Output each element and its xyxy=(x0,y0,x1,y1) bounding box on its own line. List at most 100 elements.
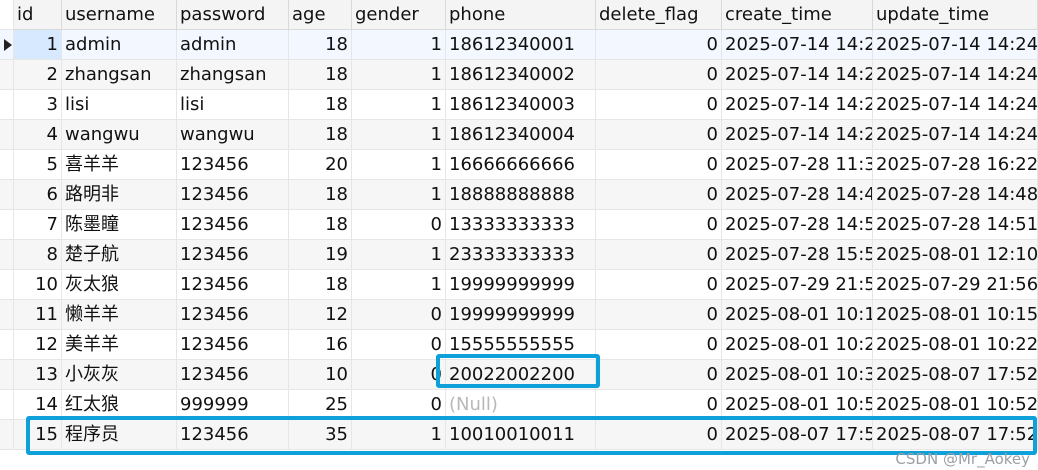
cell-gender[interactable]: 1 xyxy=(352,180,446,210)
row-marker[interactable] xyxy=(0,90,14,120)
cell-gender[interactable]: 0 xyxy=(352,300,446,330)
cell-age[interactable]: 18 xyxy=(289,210,352,240)
row-marker[interactable] xyxy=(0,420,14,450)
table-row[interactable]: 6 路明非 123456 18 1 18888888888 0 2025-07-28 14:4… xyxy=(0,180,1038,210)
cell-username[interactable]: lisi xyxy=(62,90,177,120)
cell-username[interactable]: 喜羊羊 xyxy=(62,150,177,180)
row-marker[interactable] xyxy=(0,120,14,150)
cell-delete-flag[interactable]: 0 xyxy=(596,210,722,240)
cell-phone[interactable]: 18888888888 xyxy=(446,180,596,210)
cell-username[interactable]: 美羊羊 xyxy=(62,330,177,360)
cell-phone[interactable]: 16666666666 xyxy=(446,150,596,180)
cell-create-time[interactable]: 2025-07-28 15:54 xyxy=(722,240,873,270)
cell-username[interactable]: 灰太狼 xyxy=(62,270,177,300)
row-marker[interactable] xyxy=(0,300,14,330)
cell-delete-flag[interactable]: 0 xyxy=(596,60,722,90)
cell-id[interactable]: 2 xyxy=(14,60,62,90)
cell-gender[interactable]: 1 xyxy=(352,270,446,300)
row-marker[interactable] xyxy=(0,210,14,240)
cell-id[interactable]: 1 xyxy=(14,30,62,60)
cell-update-time[interactable]: 2025-08-01 12:10 xyxy=(873,240,1038,270)
cell-update-time[interactable]: 2025-08-07 17:52 xyxy=(873,360,1038,390)
cell-password[interactable]: 123456 xyxy=(177,360,289,390)
cell-id[interactable]: 6 xyxy=(14,180,62,210)
col-header-phone[interactable]: phone xyxy=(446,0,596,30)
cell-gender[interactable]: 1 xyxy=(352,150,446,180)
cell-password[interactable]: wangwu xyxy=(177,120,289,150)
cell-create-time[interactable]: 2025-07-29 21:56 xyxy=(722,270,873,300)
cell-password[interactable]: 123456 xyxy=(177,330,289,360)
cell-id[interactable]: 7 xyxy=(14,210,62,240)
cell-username[interactable]: 懒羊羊 xyxy=(62,300,177,330)
cell-create-time[interactable]: 2025-07-28 11:37 xyxy=(722,150,873,180)
table-row[interactable]: 7 陈墨瞳 123456 18 0 13333333333 0 2025-07-28 14:5… xyxy=(0,210,1038,240)
table-row[interactable]: 4 wangwu wangwu 18 1 18612340004 0 2025-07-14 1… xyxy=(0,120,1038,150)
row-marker[interactable] xyxy=(0,330,14,360)
cell-age[interactable]: 18 xyxy=(289,30,352,60)
cell-password[interactable]: lisi xyxy=(177,90,289,120)
cell-id[interactable]: 12 xyxy=(14,330,62,360)
cell-create-time[interactable]: 2025-07-14 14:24 xyxy=(722,60,873,90)
table-row[interactable]: 10 灰太狼 123456 18 1 19999999999 0 2025-07-29 21:… xyxy=(0,270,1038,300)
cell-phone[interactable]: 18612340003 xyxy=(446,90,596,120)
cell-username[interactable]: zhangsan xyxy=(62,60,177,90)
cell-gender[interactable]: 0 xyxy=(352,360,446,390)
cell-age[interactable]: 18 xyxy=(289,270,352,300)
col-header-password[interactable]: password xyxy=(177,0,289,30)
cell-phone[interactable]: 18612340002 xyxy=(446,60,596,90)
cell-phone[interactable]: 18612340004 xyxy=(446,120,596,150)
row-marker[interactable] xyxy=(0,60,14,90)
cell-id[interactable]: 10 xyxy=(14,270,62,300)
cell-update-time[interactable]: 2025-07-14 14:24 xyxy=(873,60,1038,90)
cell-delete-flag[interactable]: 0 xyxy=(596,270,722,300)
cell-update-time[interactable]: 2025-07-14 14:24 xyxy=(873,120,1038,150)
table-row[interactable]: 8 楚子航 123456 19 1 23333333333 0 2025-07-28 15:5… xyxy=(0,240,1038,270)
row-marker[interactable] xyxy=(0,270,14,300)
col-header-username[interactable]: username xyxy=(62,0,177,30)
row-marker[interactable] xyxy=(0,240,14,270)
col-header-id[interactable]: id xyxy=(14,0,62,30)
row-marker[interactable] xyxy=(0,360,14,390)
cell-delete-flag[interactable]: 0 xyxy=(596,120,722,150)
row-marker[interactable] xyxy=(0,180,14,210)
cell-create-time[interactable]: 2025-08-01 10:22 xyxy=(722,330,873,360)
cell-delete-flag[interactable]: 0 xyxy=(596,180,722,210)
cell-update-time[interactable]: 2025-08-01 10:15 xyxy=(873,300,1038,330)
cell-age[interactable]: 16 xyxy=(289,330,352,360)
cell-id[interactable]: 5 xyxy=(14,150,62,180)
cell-delete-flag[interactable]: 0 xyxy=(596,30,722,60)
cell-id[interactable]: 11 xyxy=(14,300,62,330)
cell-id[interactable]: 4 xyxy=(14,120,62,150)
table-row[interactable]: 11 懒羊羊 123456 12 0 19999999999 0 2025-08-01 10:… xyxy=(0,300,1038,330)
table-row[interactable]: 1 admin admin 18 1 18612340001 0 2025-07-14 14:… xyxy=(0,30,1038,60)
table-row[interactable]: 5 喜羊羊 123456 20 1 16666666666 0 2025-07-28 11:3… xyxy=(0,150,1038,180)
row-marker[interactable] xyxy=(0,390,14,420)
cell-update-time[interactable]: 2025-07-14 14:24 xyxy=(873,30,1038,60)
cell-phone[interactable]: 18612340001 xyxy=(446,30,596,60)
cell-username[interactable]: 小灰灰 xyxy=(62,360,177,390)
cell-update-time[interactable]: 2025-07-28 16:22 xyxy=(873,150,1038,180)
cell-age[interactable]: 18 xyxy=(289,60,352,90)
cell-id[interactable]: 3 xyxy=(14,90,62,120)
cell-delete-flag[interactable]: 0 xyxy=(596,240,722,270)
cell-id[interactable]: 13 xyxy=(14,360,62,390)
cell-age[interactable]: 19 xyxy=(289,240,352,270)
cell-create-time[interactable]: 2025-08-01 10:15 xyxy=(722,300,873,330)
cell-gender[interactable]: 0 xyxy=(352,210,446,240)
cell-password[interactable]: admin xyxy=(177,30,289,60)
cell-delete-flag[interactable]: 0 xyxy=(596,300,722,330)
cell-password[interactable]: 123456 xyxy=(177,270,289,300)
cell-phone[interactable]: 23333333333 xyxy=(446,240,596,270)
cell-username[interactable]: 楚子航 xyxy=(62,240,177,270)
cell-delete-flag[interactable]: 0 xyxy=(596,330,722,360)
cell-username[interactable]: admin xyxy=(62,30,177,60)
cell-phone[interactable]: 19999999999 xyxy=(446,270,596,300)
cell-update-time[interactable]: 2025-08-01 10:22 xyxy=(873,330,1038,360)
cell-password[interactable]: 123456 xyxy=(177,210,289,240)
cell-delete-flag[interactable]: 0 xyxy=(596,90,722,120)
cell-gender[interactable]: 1 xyxy=(352,90,446,120)
col-header-update-time[interactable]: update_time xyxy=(873,0,1038,30)
cell-create-time[interactable]: 2025-07-14 14:24 xyxy=(722,30,873,60)
cell-password[interactable]: zhangsan xyxy=(177,60,289,90)
cell-gender[interactable]: 1 xyxy=(352,120,446,150)
